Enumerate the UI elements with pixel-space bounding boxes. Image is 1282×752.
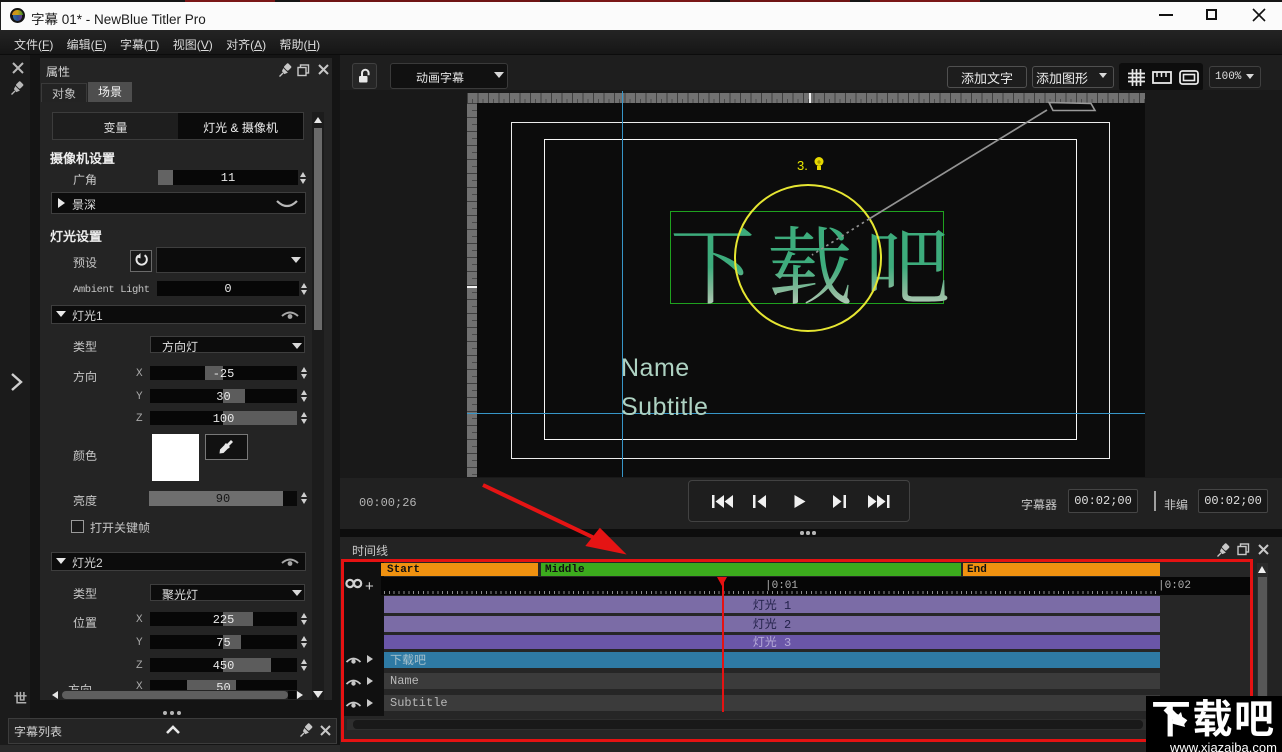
svg-text:3.: 3. bbox=[797, 158, 808, 173]
